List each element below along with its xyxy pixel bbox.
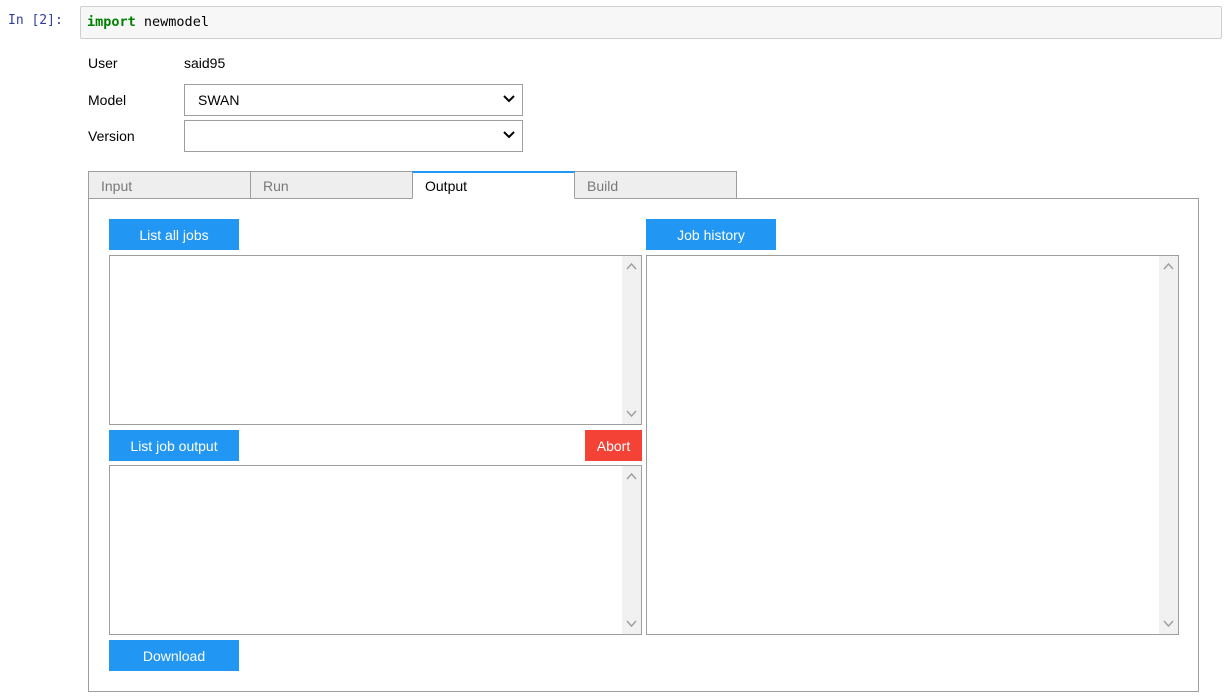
job-output-textarea[interactable] <box>109 465 642 635</box>
job-history-scrollbar[interactable] <box>1159 256 1178 634</box>
tab-build[interactable]: Build <box>574 171 737 199</box>
chevron-down-icon <box>503 131 515 139</box>
jobs-list-textarea[interactable] <box>109 255 642 425</box>
tab-input[interactable]: Input <box>88 171 251 199</box>
version-label: Version <box>88 128 135 144</box>
scroll-down-icon[interactable] <box>626 620 637 628</box>
scroll-down-icon[interactable] <box>1163 620 1174 628</box>
scroll-up-icon[interactable] <box>626 262 637 270</box>
cell-prompt: In [2]: <box>8 13 63 28</box>
user-label: User <box>88 55 118 71</box>
jobs-list-scrollbar[interactable] <box>622 256 641 424</box>
version-select[interactable] <box>184 120 523 152</box>
scroll-up-icon[interactable] <box>1163 262 1174 270</box>
scroll-up-icon[interactable] <box>626 472 637 480</box>
tab-run[interactable]: Run <box>250 171 413 199</box>
download-button[interactable]: Download <box>109 640 239 671</box>
chevron-down-icon <box>503 95 515 103</box>
tab-output[interactable]: Output <box>412 171 575 199</box>
list-job-output-button[interactable]: List job output <box>109 430 239 461</box>
user-value: said95 <box>184 55 226 71</box>
job-history-button[interactable]: Job history <box>646 219 776 250</box>
job-history-textarea[interactable] <box>646 255 1179 635</box>
abort-button[interactable]: Abort <box>585 430 642 461</box>
model-select-value: SWAN <box>198 92 240 108</box>
model-label: Model <box>88 92 127 108</box>
code-module: newmodel <box>143 14 209 30</box>
list-all-jobs-button[interactable]: List all jobs <box>109 219 239 250</box>
scroll-down-icon[interactable] <box>626 410 637 418</box>
job-output-scrollbar[interactable] <box>622 466 641 634</box>
code-cell[interactable]: import newmodel <box>80 6 1222 39</box>
model-select[interactable]: SWAN <box>184 84 523 116</box>
code-keyword: import <box>87 14 136 30</box>
